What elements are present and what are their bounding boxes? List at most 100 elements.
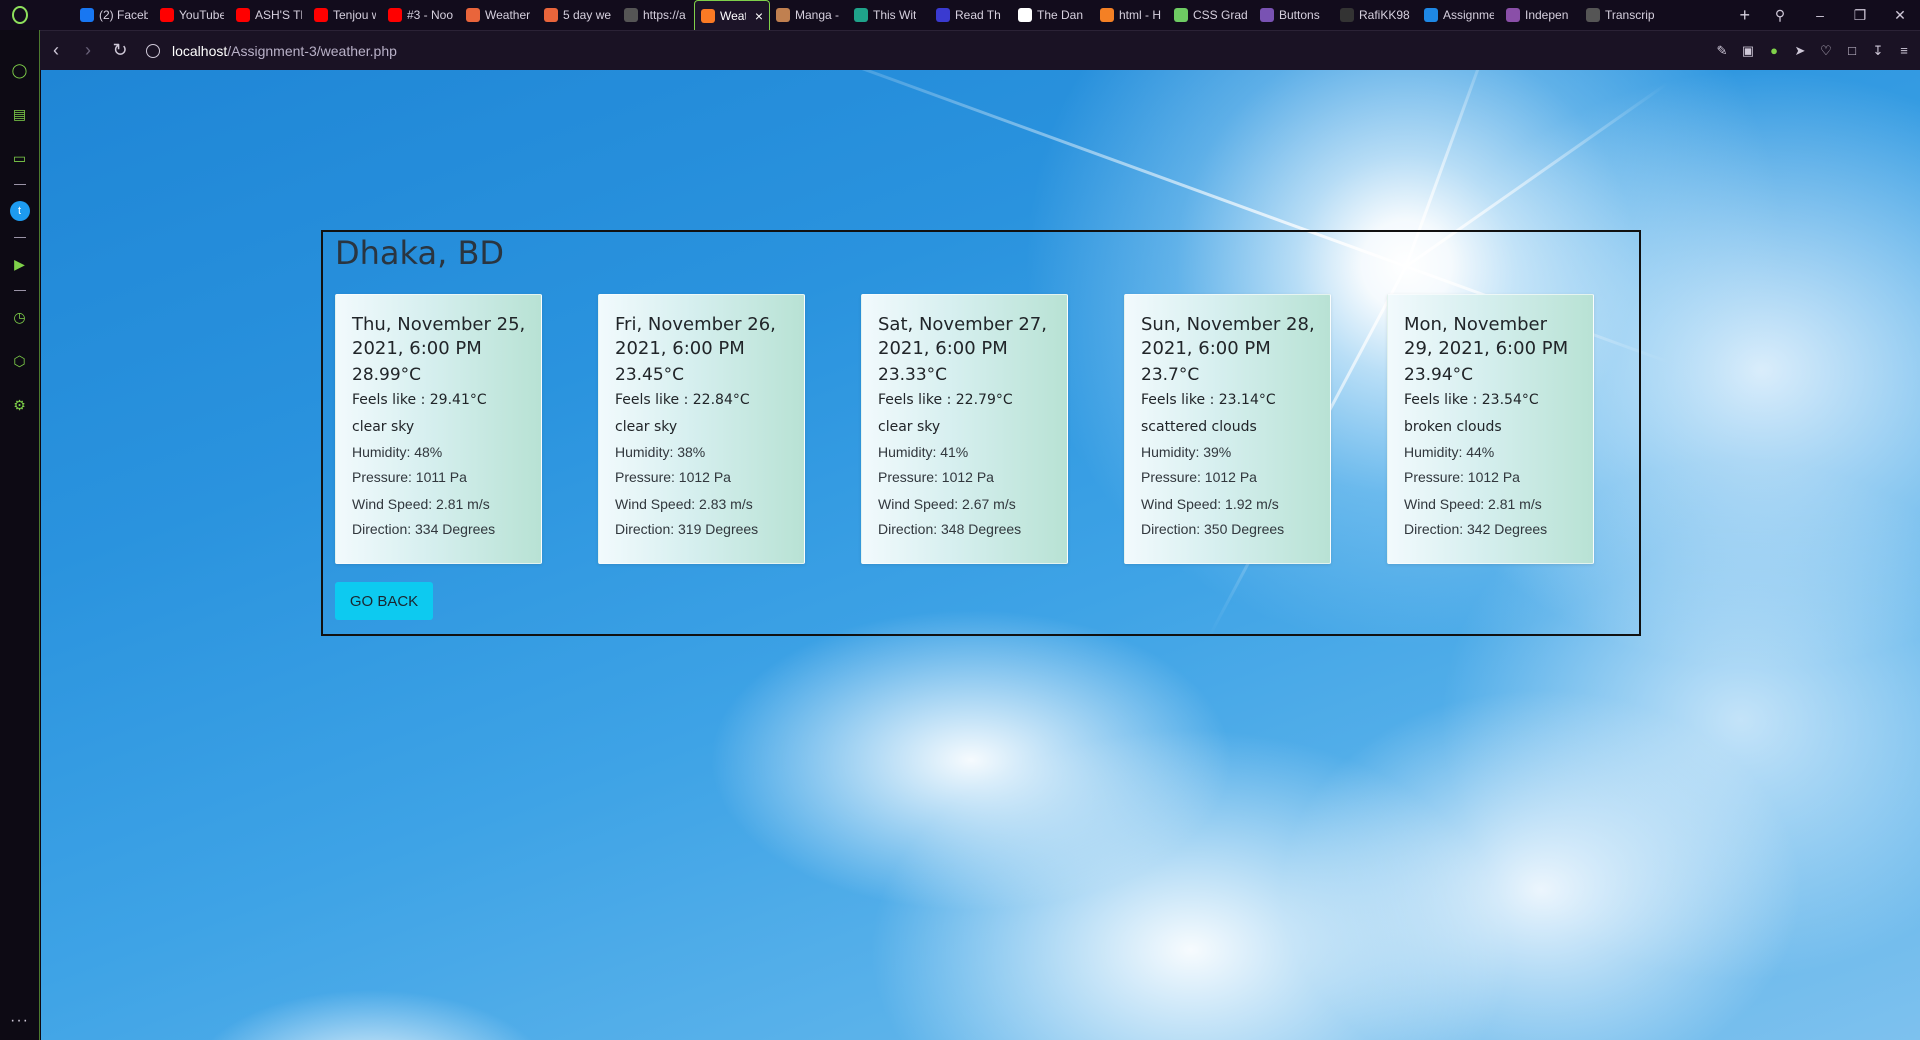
forward-button[interactable]: › [72, 40, 104, 61]
youtube-icon [236, 8, 250, 22]
bag-icon[interactable]: ▤ [10, 104, 30, 124]
twitch-icon[interactable]: ▭ [10, 148, 30, 168]
forecast-description: clear sky [878, 419, 941, 435]
forecast-pressure: Pressure: 1011 Pa [352, 469, 467, 485]
page-viewport: Dhaka, BD Thu, November 25, 2021, 6:00 P… [41, 70, 1920, 1040]
forecast-cards: Thu, November 25, 2021, 6:00 PM 28.99°C Fe… [335, 294, 1594, 564]
browser-tab[interactable]: #3 - Noo [382, 0, 460, 30]
player-icon[interactable]: ▶ [10, 254, 30, 274]
browser-tab[interactable]: ASH'S TR [230, 0, 308, 30]
tab-label: This Wit [873, 8, 917, 22]
browser-tab[interactable] [40, 0, 74, 30]
xampp-icon [701, 8, 715, 23]
menu-icon[interactable]: ≡ [1896, 43, 1912, 59]
search-tabs-icon[interactable]: ⚲ [1760, 7, 1800, 24]
browser-tab[interactable]: CSS Grad [1168, 0, 1254, 30]
window-controls: ⚲ – ❐ ✕ [1760, 0, 1920, 30]
browser-tab[interactable]: The Dan [1012, 0, 1094, 30]
close-window-button[interactable]: ✕ [1880, 7, 1920, 24]
forecast-pressure: Pressure: 1012 Pa [878, 469, 994, 485]
tab-label: https://a [643, 8, 686, 22]
browser-tab[interactable]: Manga - [770, 0, 848, 30]
twitter-icon[interactable]: t [9, 201, 30, 221]
forecast-container: Dhaka, BD Thu, November 25, 2021, 6:00 P… [321, 230, 1641, 636]
history-icon[interactable]: ◷ [10, 307, 30, 327]
speed-dial-icon[interactable]: ◯ [10, 60, 30, 80]
forecast-wind-direction: Direction: 350 Degrees [1141, 521, 1285, 537]
back-button[interactable]: ‹ [40, 40, 72, 61]
browser-tab[interactable]: Indepen [1500, 0, 1580, 30]
browser-tab[interactable]: RafiKK98 [1334, 0, 1418, 30]
browser-tab[interactable]: (2) Faceb [74, 0, 154, 30]
new-tab-button[interactable]: + [1729, 5, 1760, 26]
browser-tab[interactable]: html - H [1094, 0, 1168, 30]
tab-label: YouTube [179, 8, 224, 22]
cube-icon[interactable]: □ [1844, 43, 1860, 59]
forecast-feels-like: Feels like : 29.41°C [352, 392, 487, 408]
browser-tab[interactable]: 5 day we [538, 0, 618, 30]
forecast-feels-like: Feels like : 22.79°C [878, 392, 1013, 408]
forecast-wind-direction: Direction: 342 Degrees [1404, 521, 1548, 537]
browser-tab[interactable]: Transcrip [1580, 0, 1662, 30]
sidebar-divider [13, 237, 26, 238]
more-icon[interactable]: ··· [10, 1012, 29, 1030]
browser-tab[interactable]: Tenjou w [308, 0, 382, 30]
tab-label: ASH'S TR [255, 8, 302, 22]
browser-tab[interactable]: https://a [618, 0, 694, 30]
go-back-button[interactable]: GO BACK [335, 582, 433, 620]
bootstrap-icon [1260, 8, 1274, 22]
classroom-icon [1424, 8, 1438, 22]
forecast-humidity: Humidity: 44% [1404, 444, 1495, 460]
edit-icon[interactable]: ✎ [1714, 43, 1730, 59]
tab-label: Weather [485, 8, 531, 22]
forecast-temperature: 23.94°C [1404, 365, 1474, 385]
tab-label: #3 - Noo [407, 8, 454, 22]
extensions-cube-icon[interactable]: ⬡ [10, 351, 30, 371]
reload-button[interactable]: ↻ [104, 40, 136, 61]
forecast-pressure: Pressure: 1012 Pa [615, 469, 731, 485]
browser-tab[interactable]: Weat × [694, 0, 770, 30]
globe-icon [1586, 8, 1600, 22]
camera-icon[interactable]: ▣ [1740, 43, 1756, 59]
restore-button[interactable]: ❐ [1840, 7, 1880, 24]
shield-icon[interactable]: ● [1766, 43, 1782, 59]
forecast-temperature: 23.33°C [878, 365, 948, 385]
tab-label: Manga - [795, 8, 840, 22]
forecast-wind-speed: Wind Speed: 1.92 m/s [1141, 496, 1279, 512]
browser-tab[interactable]: Weather [460, 0, 538, 30]
send-icon[interactable]: ➤ [1792, 43, 1808, 59]
forecast-wind-speed: Wind Speed: 2.67 m/s [878, 496, 1016, 512]
forecast-wind-speed: Wind Speed: 2.81 m/s [352, 496, 490, 512]
youtube-icon [160, 8, 174, 22]
close-tab-icon[interactable]: × [755, 8, 763, 24]
forecast-humidity: Humidity: 41% [878, 444, 969, 460]
forecast-wind-direction: Direction: 319 Degrees [615, 521, 759, 537]
heart-icon[interactable]: ♡ [1818, 43, 1834, 59]
browser-tab[interactable]: Assignme [1418, 0, 1500, 30]
browser-tab[interactable]: Read Th [930, 0, 1012, 30]
tab-label: Tenjou w [333, 8, 376, 22]
forecast-pressure: Pressure: 1012 Pa [1404, 469, 1520, 485]
tab-label: Weat [720, 8, 746, 23]
gamepad-icon [46, 8, 60, 22]
weather-icon [544, 8, 558, 22]
tab-label: RafiKK98 [1359, 8, 1410, 22]
browser-tab[interactable]: This Wit [848, 0, 930, 30]
forecast-date: Mon, November 29, 2021, 6:00 PM [1404, 314, 1569, 359]
forecast-card: Sat, November 27, 2021, 6:00 PM 23.33°C Fe… [861, 294, 1068, 564]
browser-tab[interactable]: YouTube [154, 0, 230, 30]
book-icon [854, 8, 868, 22]
github-icon [1340, 8, 1354, 22]
tab-label: Buttons [1279, 8, 1320, 22]
browser-tab[interactable]: Buttons [1254, 0, 1334, 30]
url-field[interactable]: localhost/Assignment-3/weather.php [146, 43, 397, 59]
tab-label: The Dan [1037, 8, 1084, 22]
download-icon[interactable]: ↧ [1870, 43, 1886, 59]
youtube-icon [314, 8, 328, 22]
site-info-icon[interactable] [146, 43, 160, 58]
toolbar-icons: ✎ ▣ ● ➤ ♡ □ ↧ ≡ [1714, 43, 1920, 59]
settings-gear-icon[interactable]: ⚙ [10, 395, 30, 415]
opera-logo-icon[interactable] [0, 0, 40, 30]
minimize-button[interactable]: – [1800, 7, 1840, 23]
forecast-date: Thu, November 25, 2021, 6:00 PM [352, 314, 526, 359]
